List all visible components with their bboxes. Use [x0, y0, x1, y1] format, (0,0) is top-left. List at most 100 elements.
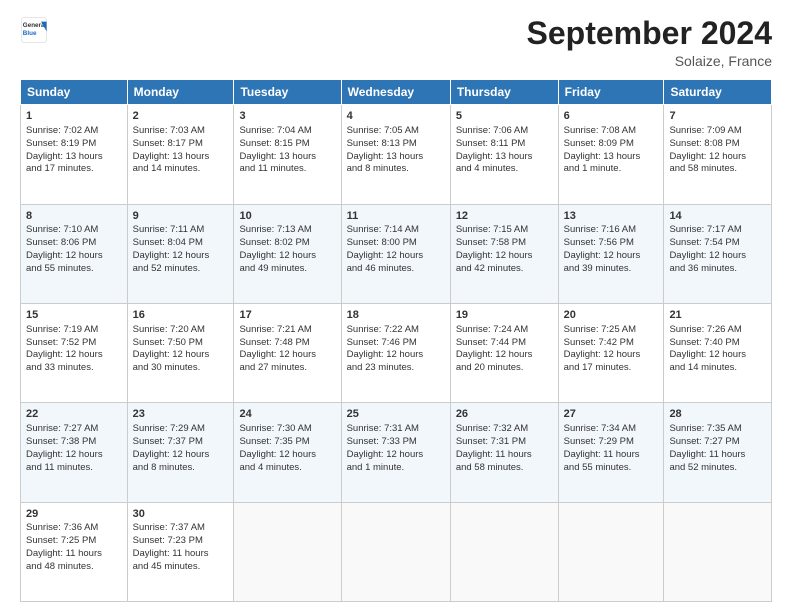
calendar-cell: 27Sunrise: 7:34 AMSunset: 7:29 PMDayligh…	[558, 403, 664, 502]
day-number: 4	[347, 109, 445, 124]
day-number: 24	[239, 407, 335, 422]
day-info-line: Sunrise: 7:32 AM	[456, 423, 553, 436]
day-info-line: Sunrise: 7:24 AM	[456, 324, 553, 337]
calendar-cell: 4Sunrise: 7:05 AMSunset: 8:13 PMDaylight…	[341, 105, 450, 204]
svg-text:Blue: Blue	[23, 30, 37, 37]
day-info-line: Sunrise: 7:21 AM	[239, 324, 335, 337]
logo: General Blue	[20, 16, 48, 44]
day-info-line: Sunrise: 7:03 AM	[133, 125, 229, 138]
day-info-line: Daylight: 12 hours	[239, 349, 335, 362]
day-number: 26	[456, 407, 553, 422]
col-header-wednesday: Wednesday	[341, 80, 450, 105]
day-info-line: and 11 minutes.	[26, 462, 122, 475]
day-number: 25	[347, 407, 445, 422]
day-info-line: and 8 minutes.	[133, 462, 229, 475]
day-info-line: Daylight: 12 hours	[456, 349, 553, 362]
calendar-cell: 19Sunrise: 7:24 AMSunset: 7:44 PMDayligh…	[450, 303, 558, 402]
calendar-cell	[558, 502, 664, 601]
day-info-line: Sunset: 7:25 PM	[26, 535, 122, 548]
day-info-line: Sunset: 8:00 PM	[347, 237, 445, 250]
calendar-cell: 14Sunrise: 7:17 AMSunset: 7:54 PMDayligh…	[664, 204, 772, 303]
calendar-cell: 30Sunrise: 7:37 AMSunset: 7:23 PMDayligh…	[127, 502, 234, 601]
day-info-line: Sunset: 7:44 PM	[456, 337, 553, 350]
day-number: 17	[239, 308, 335, 323]
calendar-cell: 2Sunrise: 7:03 AMSunset: 8:17 PMDaylight…	[127, 105, 234, 204]
day-info-line: Sunset: 8:09 PM	[564, 138, 659, 151]
calendar-cell: 21Sunrise: 7:26 AMSunset: 7:40 PMDayligh…	[664, 303, 772, 402]
header: General Blue September 2024 Solaize, Fra…	[20, 16, 772, 69]
day-info-line: Daylight: 12 hours	[347, 449, 445, 462]
day-info-line: Daylight: 12 hours	[239, 250, 335, 263]
calendar-cell: 9Sunrise: 7:11 AMSunset: 8:04 PMDaylight…	[127, 204, 234, 303]
day-info-line: and 11 minutes.	[239, 163, 335, 176]
col-header-tuesday: Tuesday	[234, 80, 341, 105]
day-info-line: Sunrise: 7:29 AM	[133, 423, 229, 436]
calendar-cell: 29Sunrise: 7:36 AMSunset: 7:25 PMDayligh…	[21, 502, 128, 601]
day-info-line: Sunrise: 7:37 AM	[133, 522, 229, 535]
day-info-line: and 14 minutes.	[133, 163, 229, 176]
calendar-cell: 7Sunrise: 7:09 AMSunset: 8:08 PMDaylight…	[664, 105, 772, 204]
day-info-line: Sunrise: 7:10 AM	[26, 224, 122, 237]
day-number: 1	[26, 109, 122, 124]
day-info-line: Sunrise: 7:05 AM	[347, 125, 445, 138]
day-info-line: Sunset: 8:08 PM	[669, 138, 766, 151]
day-info-line: Sunrise: 7:26 AM	[669, 324, 766, 337]
day-info-line: and 8 minutes.	[347, 163, 445, 176]
calendar-cell: 3Sunrise: 7:04 AMSunset: 8:15 PMDaylight…	[234, 105, 341, 204]
calendar-cell: 26Sunrise: 7:32 AMSunset: 7:31 PMDayligh…	[450, 403, 558, 502]
calendar-cell: 13Sunrise: 7:16 AMSunset: 7:56 PMDayligh…	[558, 204, 664, 303]
calendar-cell	[341, 502, 450, 601]
day-info-line: Sunset: 8:04 PM	[133, 237, 229, 250]
day-info-line: Sunrise: 7:22 AM	[347, 324, 445, 337]
day-info-line: Daylight: 11 hours	[564, 449, 659, 462]
day-info-line: Sunset: 7:35 PM	[239, 436, 335, 449]
day-number: 13	[564, 209, 659, 224]
day-info-line: Sunset: 8:17 PM	[133, 138, 229, 151]
calendar-cell: 16Sunrise: 7:20 AMSunset: 7:50 PMDayligh…	[127, 303, 234, 402]
day-number: 7	[669, 109, 766, 124]
month-title: September 2024	[527, 16, 772, 51]
day-number: 6	[564, 109, 659, 124]
day-info-line: Sunrise: 7:06 AM	[456, 125, 553, 138]
day-number: 19	[456, 308, 553, 323]
day-info-line: Daylight: 13 hours	[456, 151, 553, 164]
col-header-monday: Monday	[127, 80, 234, 105]
day-info-line: and 45 minutes.	[133, 561, 229, 574]
day-info-line: Sunrise: 7:35 AM	[669, 423, 766, 436]
day-info-line: and 33 minutes.	[26, 362, 122, 375]
day-info-line: Sunset: 7:56 PM	[564, 237, 659, 250]
day-info-line: Sunrise: 7:09 AM	[669, 125, 766, 138]
day-number: 11	[347, 209, 445, 224]
logo-icon: General Blue	[20, 16, 48, 44]
day-info-line: Sunrise: 7:30 AM	[239, 423, 335, 436]
week-row-1: 1Sunrise: 7:02 AMSunset: 8:19 PMDaylight…	[21, 105, 772, 204]
day-info-line: Daylight: 13 hours	[133, 151, 229, 164]
day-info-line: Sunrise: 7:31 AM	[347, 423, 445, 436]
week-row-4: 22Sunrise: 7:27 AMSunset: 7:38 PMDayligh…	[21, 403, 772, 502]
day-info-line: Sunset: 7:40 PM	[669, 337, 766, 350]
day-info-line: Sunset: 8:19 PM	[26, 138, 122, 151]
day-info-line: Sunset: 7:48 PM	[239, 337, 335, 350]
day-number: 8	[26, 209, 122, 224]
day-info-line: Daylight: 12 hours	[564, 349, 659, 362]
day-info-line: Daylight: 12 hours	[564, 250, 659, 263]
day-info-line: Daylight: 12 hours	[26, 349, 122, 362]
day-info-line: and 55 minutes.	[564, 462, 659, 475]
day-info-line: Daylight: 12 hours	[239, 449, 335, 462]
day-number: 27	[564, 407, 659, 422]
day-info-line: Sunset: 7:42 PM	[564, 337, 659, 350]
day-info-line: and 52 minutes.	[133, 263, 229, 276]
day-info-line: and 14 minutes.	[669, 362, 766, 375]
day-info-line: and 46 minutes.	[347, 263, 445, 276]
day-info-line: Sunrise: 7:25 AM	[564, 324, 659, 337]
calendar-cell: 12Sunrise: 7:15 AMSunset: 7:58 PMDayligh…	[450, 204, 558, 303]
day-number: 15	[26, 308, 122, 323]
day-info-line: Daylight: 11 hours	[669, 449, 766, 462]
day-info-line: and 39 minutes.	[564, 263, 659, 276]
day-info-line: Daylight: 12 hours	[133, 250, 229, 263]
week-row-3: 15Sunrise: 7:19 AMSunset: 7:52 PMDayligh…	[21, 303, 772, 402]
day-info-line: Sunset: 8:06 PM	[26, 237, 122, 250]
calendar-cell: 17Sunrise: 7:21 AMSunset: 7:48 PMDayligh…	[234, 303, 341, 402]
day-info-line: and 42 minutes.	[456, 263, 553, 276]
day-info-line: Sunrise: 7:17 AM	[669, 224, 766, 237]
